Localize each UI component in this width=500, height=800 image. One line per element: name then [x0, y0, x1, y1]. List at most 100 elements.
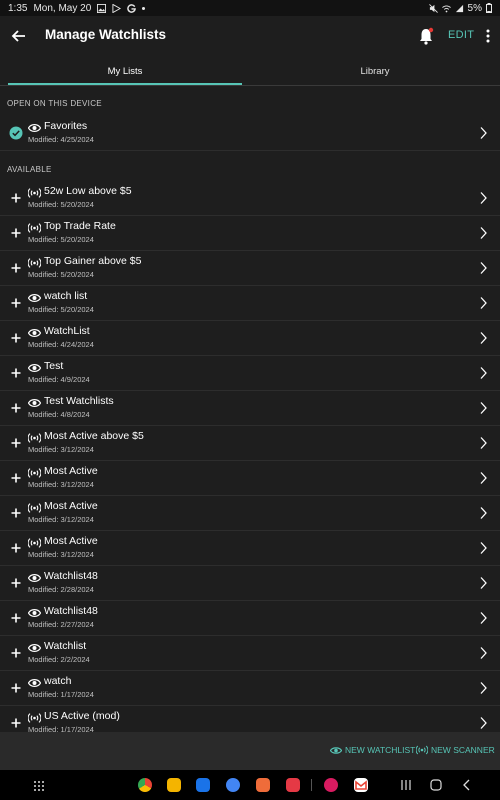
page-title: Manage Watchlists — [45, 27, 167, 42]
chevron-right-icon[interactable] — [478, 646, 488, 660]
watchlist-row[interactable]: Watchlist48 Modified: 2/27/2024 — [0, 601, 500, 636]
chevron-right-icon[interactable] — [478, 681, 488, 695]
watchlist-name: Watchlist48 — [44, 570, 98, 582]
add-icon[interactable] — [9, 471, 23, 485]
chevron-right-icon[interactable] — [478, 191, 488, 205]
active-check-icon[interactable] — [9, 126, 23, 140]
chevron-right-icon[interactable] — [478, 436, 488, 450]
tab-bar: My Lists Library — [0, 58, 500, 86]
add-icon[interactable] — [9, 576, 23, 590]
add-icon[interactable] — [9, 261, 23, 275]
messages-icon[interactable] — [226, 778, 240, 792]
flower-app-icon[interactable] — [324, 778, 338, 792]
section-open-on-device: OPEN ON THIS DEVICE — [7, 99, 102, 108]
watchlist-row[interactable]: WatchList Modified: 4/24/2024 — [0, 321, 500, 356]
watchlist-row[interactable]: Most Active above $5 Modified: 3/12/2024 — [0, 426, 500, 461]
eye-icon — [27, 361, 42, 373]
eye-icon — [27, 676, 42, 688]
chevron-right-icon[interactable] — [478, 506, 488, 520]
watchlist-modified: Modified: 1/17/2024 — [28, 725, 94, 732]
back-nav-icon[interactable] — [462, 779, 472, 791]
chevron-right-icon[interactable] — [478, 261, 488, 275]
chevron-right-icon[interactable] — [478, 366, 488, 380]
add-icon[interactable] — [9, 506, 23, 520]
watchlist-row[interactable]: 52w Low above $5 Modified: 5/20/2024 — [0, 181, 500, 216]
chevron-right-icon[interactable] — [478, 401, 488, 415]
system-nav-bar — [0, 770, 500, 800]
watchlist-row[interactable]: US Active (mod) Modified: 1/17/2024 — [0, 706, 500, 732]
chevron-right-icon[interactable] — [478, 471, 488, 485]
available-list[interactable]: 52w Low above $5 Modified: 5/20/2024 Top T… — [0, 181, 500, 732]
add-icon[interactable] — [9, 296, 23, 310]
watchlist-row[interactable]: Favorites Modified: 4/25/2024 — [0, 116, 500, 151]
gallery-notification-icon — [97, 3, 107, 13]
chevron-right-icon[interactable] — [478, 331, 488, 345]
more-options-icon[interactable] — [483, 28, 493, 44]
new-scanner-button[interactable]: NEW SCANNER — [416, 745, 495, 755]
watchlist-row[interactable]: Most Active Modified: 3/12/2024 — [0, 531, 500, 566]
chevron-right-icon[interactable] — [478, 226, 488, 240]
more-notifications-dot-icon — [142, 6, 146, 10]
chevron-right-icon[interactable] — [478, 576, 488, 590]
watchlist-name: watch — [44, 675, 72, 687]
watchlist-name: Most Active above $5 — [44, 430, 144, 442]
bell-alert-icon[interactable] — [418, 27, 434, 45]
files-icon[interactable] — [167, 778, 181, 792]
chevron-right-icon[interactable] — [478, 296, 488, 310]
add-icon[interactable] — [9, 611, 23, 625]
watchlist-row[interactable]: Top Gainer above $5 Modified: 5/20/2024 — [0, 251, 500, 286]
home-icon[interactable] — [430, 779, 442, 791]
google-notification-icon — [127, 3, 137, 13]
bottom-action-bar: NEW WATCHLIST NEW SCANNER — [0, 732, 500, 770]
watchlist-name: Test — [44, 360, 64, 372]
chevron-right-icon[interactable] — [478, 126, 488, 140]
new-scanner-label: NEW SCANNER — [431, 745, 495, 755]
tab-my-lists[interactable]: My Lists — [8, 58, 242, 85]
add-icon[interactable] — [9, 331, 23, 345]
gmail-icon[interactable] — [354, 778, 368, 792]
watchlist-name: US Active (mod) — [44, 710, 120, 722]
add-icon[interactable] — [9, 716, 23, 730]
watchlist-name: Favorites — [44, 120, 88, 132]
new-watchlist-button[interactable]: NEW WATCHLIST — [330, 745, 415, 755]
watchlist-row[interactable]: Test Watchlists Modified: 4/8/2024 — [0, 391, 500, 426]
watchlist-row[interactable]: Test Modified: 4/9/2024 — [0, 356, 500, 391]
watchlist-modified: Modified: 4/8/2024 — [28, 410, 90, 419]
watchlist-name: 52w Low above $5 — [44, 185, 132, 197]
chevron-right-icon[interactable] — [478, 611, 488, 625]
watchlist-modified: Modified: 4/9/2024 — [28, 375, 90, 384]
watchlist-row[interactable]: watch list Modified: 5/20/2024 — [0, 286, 500, 321]
add-icon[interactable] — [9, 646, 23, 660]
eye-icon — [330, 746, 342, 754]
add-icon[interactable] — [9, 366, 23, 380]
recents-icon[interactable] — [400, 779, 412, 791]
add-icon[interactable] — [9, 226, 23, 240]
add-icon[interactable] — [9, 681, 23, 695]
chevron-right-icon[interactable] — [478, 716, 488, 730]
watchlist-name: Top Gainer above $5 — [44, 255, 142, 267]
watchlist-row[interactable]: Watchlist48 Modified: 2/28/2024 — [0, 566, 500, 601]
watchlist-name: Most Active — [44, 500, 98, 512]
add-icon[interactable] — [9, 401, 23, 415]
back-arrow-icon[interactable] — [9, 26, 29, 46]
watchlist-name: Watchlist — [44, 640, 87, 652]
contacts-icon[interactable] — [256, 778, 270, 792]
screen-recorder-icon[interactable] — [286, 778, 300, 792]
add-icon[interactable] — [9, 191, 23, 205]
watchlist-row[interactable]: watch Modified: 1/17/2024 — [0, 671, 500, 706]
watchlist-row[interactable]: Top Trade Rate Modified: 5/20/2024 — [0, 216, 500, 251]
app-drawer-icon[interactable] — [33, 780, 45, 792]
status-date: Mon, May 20 — [33, 2, 92, 14]
calendar-icon[interactable] — [196, 778, 210, 792]
tab-library[interactable]: Library — [258, 58, 492, 85]
add-icon[interactable] — [9, 436, 23, 450]
watchlist-row[interactable]: Most Active Modified: 3/12/2024 — [0, 496, 500, 531]
watchlist-row[interactable]: Most Active Modified: 3/12/2024 — [0, 461, 500, 496]
chevron-right-icon[interactable] — [478, 541, 488, 555]
edit-button[interactable]: EDIT — [448, 29, 474, 41]
chrome-icon[interactable] — [138, 778, 152, 792]
watchlist-name: WatchList — [44, 325, 90, 337]
watchlist-row[interactable]: Watchlist Modified: 2/2/2024 — [0, 636, 500, 671]
add-icon[interactable] — [9, 541, 23, 555]
watchlist-modified: Modified: 3/12/2024 — [28, 550, 94, 559]
